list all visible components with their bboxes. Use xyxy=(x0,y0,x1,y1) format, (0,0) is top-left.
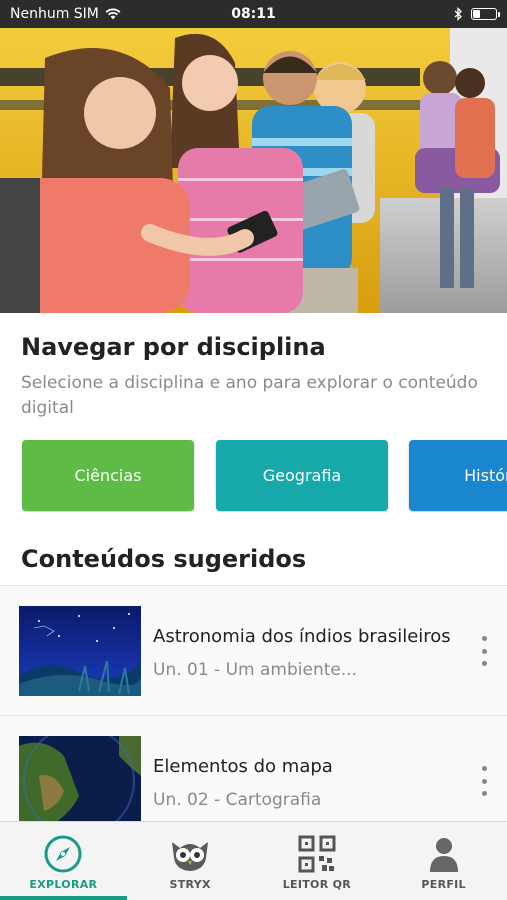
qr-code-icon xyxy=(298,835,336,873)
more-options-icon[interactable] xyxy=(476,636,492,666)
person-icon xyxy=(429,838,458,872)
status-left: Nenhum SIM xyxy=(10,6,121,22)
active-tab-indicator xyxy=(0,896,127,900)
suggested-title: Conteúdos sugeridos xyxy=(21,545,307,573)
browse-title: Navegar por disciplina xyxy=(21,333,326,361)
tab-label: EXPLORAR xyxy=(29,878,98,891)
discipline-button-geografia[interactable]: Geografia xyxy=(216,440,388,511)
bluetooth-icon xyxy=(454,7,462,21)
carrier-label: Nenhum SIM xyxy=(10,6,99,22)
status-bar: Nenhum SIM 08:11 xyxy=(0,0,507,28)
status-right xyxy=(454,7,500,21)
tab-stryx[interactable]: STRYX xyxy=(127,822,254,900)
item-title: Elementos do mapa xyxy=(153,756,333,777)
tab-perfil[interactable]: PERFIL xyxy=(380,822,507,900)
more-options-icon[interactable] xyxy=(476,766,492,796)
discipline-label: Geografia xyxy=(262,466,342,485)
discipline-carousel[interactable]: Ciências Geografia História xyxy=(22,440,507,512)
tab-leitor-qr[interactable]: LEITOR QR xyxy=(254,822,381,900)
discipline-button-ciencias[interactable]: Ciências xyxy=(22,440,194,511)
list-item[interactable]: Astronomia dos índios brasileiros Un. 01… xyxy=(0,585,507,715)
browse-subtitle: Selecione a disciplina e ano para explor… xyxy=(21,373,478,418)
discipline-label: História xyxy=(464,466,507,485)
item-title: Astronomia dos índios brasileiros xyxy=(153,626,451,647)
compass-icon xyxy=(44,835,82,873)
globe-map-thumbnail xyxy=(19,736,141,826)
tab-label: PERFIL xyxy=(421,878,466,891)
battery-level xyxy=(473,10,481,18)
battery-icon xyxy=(471,8,500,20)
discipline-button-historia[interactable]: História xyxy=(409,440,507,511)
tab-explorar[interactable]: EXPLORAR xyxy=(0,822,127,900)
children-using-tablets-photo xyxy=(0,28,507,313)
item-subtitle: Un. 02 - Cartografia xyxy=(153,790,322,810)
item-subtitle: Un. 01 - Um ambiente... xyxy=(153,660,358,680)
tab-bar: EXPLORAR STRYX LEITOR QR PERFIL xyxy=(0,821,507,900)
tab-label: STRYX xyxy=(169,878,211,891)
wifi-icon xyxy=(105,8,121,20)
owl-icon xyxy=(172,842,209,871)
discipline-label: Ciências xyxy=(74,466,142,485)
tab-label: LEITOR QR xyxy=(282,878,352,891)
hero-image xyxy=(0,28,507,313)
night-sky-thumbnail xyxy=(19,606,141,696)
suggested-list: Astronomia dos índios brasileiros Un. 01… xyxy=(0,585,507,845)
